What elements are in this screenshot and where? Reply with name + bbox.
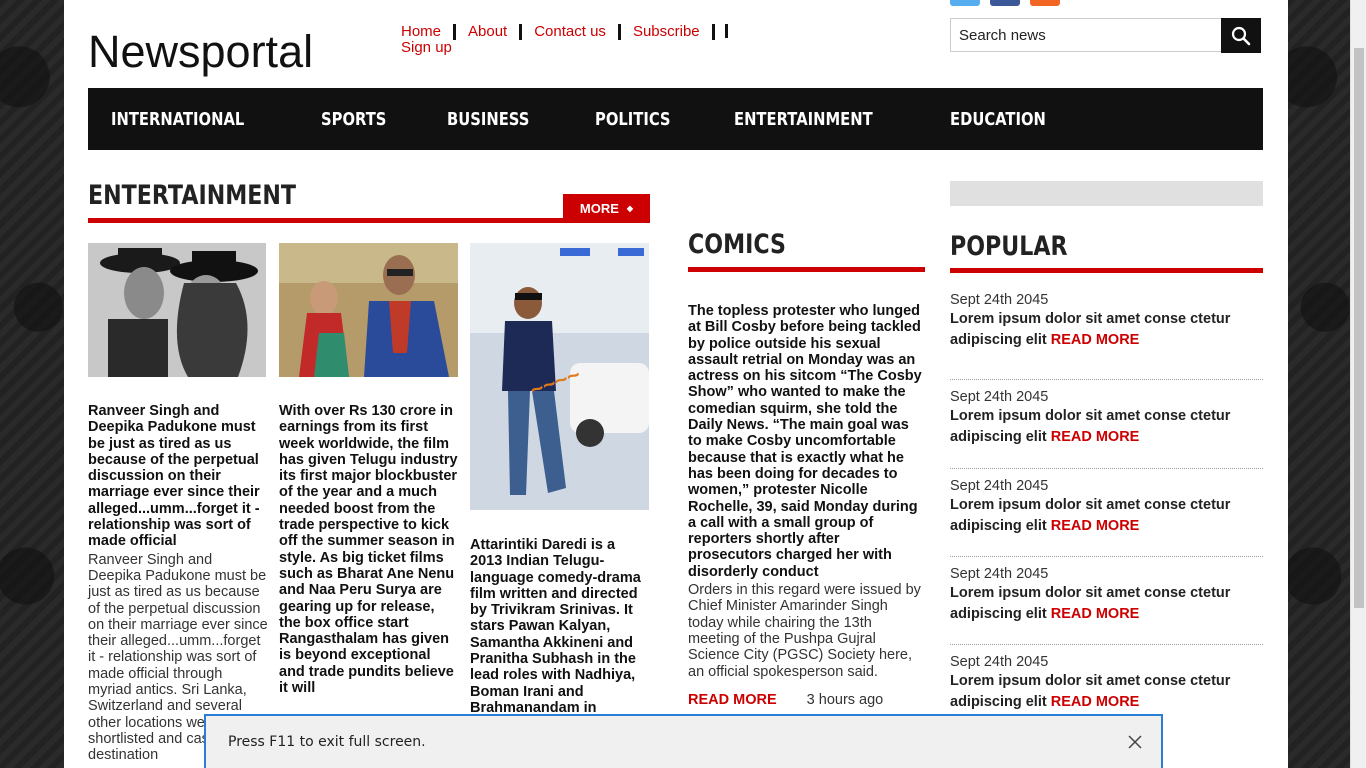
scrollbar[interactable] xyxy=(1350,0,1366,768)
article-2-headline[interactable]: With over Rs 130 crore in earnings from … xyxy=(279,403,459,696)
popular-date: Sept 24th 2045 xyxy=(950,654,1049,671)
entertainment-title: ENTERTAINMENT xyxy=(88,180,297,211)
search-icon xyxy=(1231,26,1251,45)
popular-text[interactable]: Lorem ipsum dolor sit amet conse ctetur … xyxy=(950,583,1263,625)
search-input[interactable] xyxy=(951,19,1221,51)
comics-headline[interactable]: The topless protester who lunged at Bill… xyxy=(688,303,924,580)
comics-meta: READ MORE 3 hours ago xyxy=(688,692,883,708)
nav-politics[interactable]: POLITICS xyxy=(595,109,671,130)
comics-title: COMICS xyxy=(688,229,786,260)
search-box xyxy=(950,18,1261,53)
popular-date: Sept 24th 2045 xyxy=(950,292,1049,308)
comics-body: Orders in this regard were issued by Chi… xyxy=(688,582,921,680)
more-button[interactable]: MORE ◆ xyxy=(563,194,650,223)
popular-read-more-link[interactable]: READ MORE xyxy=(1051,694,1140,710)
popular-text[interactable]: Lorem ipsum dolor sit amet conse ctetur … xyxy=(950,406,1263,448)
topnav-about[interactable]: About xyxy=(468,24,523,40)
fullscreen-notice: Press F11 to exit full screen. xyxy=(204,714,1163,768)
popular-date: Sept 24th 2045 xyxy=(950,389,1049,406)
popular-date: Sept 24th 2045 xyxy=(950,565,1049,582)
close-icon[interactable] xyxy=(1127,734,1143,750)
topnav-subscribe[interactable]: Subscribe xyxy=(633,24,715,40)
article-1: Ranveer Singh and Deepika Padukone must … xyxy=(88,403,268,764)
facebook-icon[interactable] xyxy=(990,0,1020,6)
popular-text[interactable]: Lorem ipsum dolor sit amet conse ctetur … xyxy=(950,495,1263,537)
main-nav: INTERNATIONAL SPORTS BUSINESS POLITICS E… xyxy=(88,88,1263,150)
popular-list: Sept 24th 2045 Lorem ipsum dolor sit ame… xyxy=(950,292,1263,733)
site-logo[interactable]: Newsportal xyxy=(88,26,313,78)
background-right xyxy=(1288,0,1350,768)
film-still-photo xyxy=(279,243,458,377)
popular-text[interactable]: Lorem ipsum dolor sit amet conse ctetur … xyxy=(950,309,1263,351)
fullscreen-notice-text: Press F11 to exit full screen. xyxy=(228,734,426,750)
comics-underline xyxy=(688,267,925,272)
social-links xyxy=(950,0,1060,6)
popular-text[interactable]: Lorem ipsum dolor sit amet conse ctetur … xyxy=(950,671,1263,713)
comics-article: The topless protester who lunged at Bill… xyxy=(688,303,924,680)
topnav-contact[interactable]: Contact us xyxy=(534,24,621,40)
list-item: Sept 24th 2045 Lorem ipsum dolor sit ame… xyxy=(950,469,1263,557)
nav-business[interactable]: BUSINESS xyxy=(447,109,529,130)
sidebar-banner xyxy=(950,181,1263,206)
page: Newsportal Home About Contact us Subscribe … xyxy=(64,0,1288,768)
topnav-divider xyxy=(724,24,728,38)
article-image-1[interactable] xyxy=(88,243,266,377)
popular-date: Sept 24th 2045 xyxy=(950,477,1049,494)
nav-sports[interactable]: SPORTS xyxy=(321,109,386,130)
article-image-3[interactable]: ~~~~ xyxy=(470,243,649,510)
movie-poster-photo: ~~~~ xyxy=(470,243,649,510)
popular-read-more-link[interactable]: READ MORE xyxy=(1051,429,1140,445)
comics-timestamp: 3 hours ago xyxy=(806,692,884,708)
article-1-headline[interactable]: Ranveer Singh and Deepika Padukone must … xyxy=(88,403,268,550)
list-item: Sept 24th 2045 Lorem ipsum dolor sit ame… xyxy=(950,292,1263,381)
nav-entertainment[interactable]: ENTERTAINMENT xyxy=(734,109,873,130)
rss-icon[interactable] xyxy=(1030,0,1060,6)
popular-read-more-link[interactable]: READ MORE xyxy=(1051,606,1140,622)
popular-underline xyxy=(950,268,1263,273)
couple-photo xyxy=(88,243,266,377)
article-3-headline[interactable]: Attarintiki Daredi is a 2013 Indian Telu… xyxy=(470,537,650,716)
topnav-home[interactable]: Home xyxy=(401,24,457,40)
article-2: With over Rs 130 crore in earnings from … xyxy=(279,403,459,696)
scrollbar-thumb[interactable] xyxy=(1354,48,1364,608)
nav-education[interactable]: EDUCATION xyxy=(950,109,1046,130)
popular-title: POPULAR xyxy=(950,231,1068,262)
article-image-2[interactable] xyxy=(279,243,458,377)
more-label: MORE xyxy=(579,201,619,216)
comics-read-more-link[interactable]: READ MORE xyxy=(688,692,777,708)
top-nav: Home About Contact us Subscribe Sign up xyxy=(401,24,741,56)
background-left xyxy=(0,0,64,768)
popular-read-more-link[interactable]: READ MORE xyxy=(1051,518,1140,534)
list-item: Sept 24th 2045 Lorem ipsum dolor sit ame… xyxy=(950,380,1263,469)
topnav-signup[interactable]: Sign up xyxy=(401,40,729,56)
nav-international[interactable]: INTERNATIONAL xyxy=(111,109,244,130)
search-button[interactable] xyxy=(1221,18,1261,53)
arrow-right-icon: ◆ xyxy=(626,204,634,213)
article-3: Attarintiki Daredi is a 2013 Indian Telu… xyxy=(470,537,650,716)
popular-read-more-link[interactable]: READ MORE xyxy=(1051,332,1140,348)
twitter-icon[interactable] xyxy=(950,0,980,6)
list-item: Sept 24th 2045 Lorem ipsum dolor sit ame… xyxy=(950,557,1263,646)
